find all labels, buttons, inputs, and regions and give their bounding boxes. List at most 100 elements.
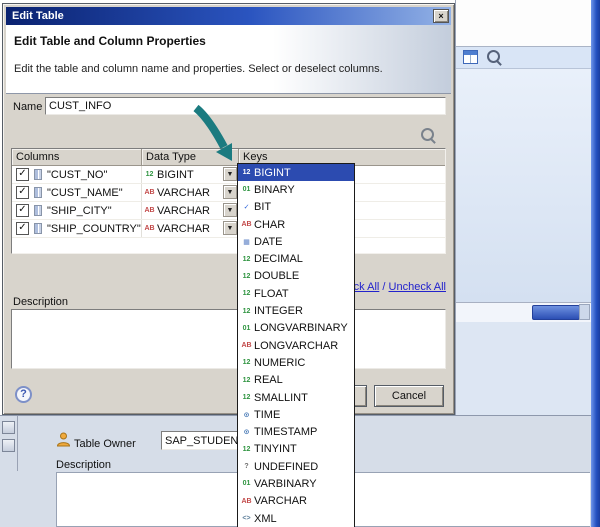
cancel-button[interactable]: Cancel	[374, 385, 444, 407]
datatype-icon: AB	[239, 342, 254, 349]
dropdown-item[interactable]: <> XML	[238, 510, 354, 527]
column-name: "SHIP_CITY"	[47, 205, 112, 217]
dropdown-item-label: DOUBLE	[254, 270, 299, 282]
datatype-dropdown-list: 12 BIGINT 01 BINARY ✓ BIT AB CHAR ▦ DATE…	[237, 163, 355, 527]
dropdown-item[interactable]: ✓ BIT	[238, 199, 354, 216]
page-subtitle: Edit the table and column name and prope…	[14, 63, 383, 75]
datatype-icon: 12	[239, 290, 254, 297]
datatype-value: VARCHAR	[157, 223, 210, 235]
dropdown-item[interactable]: AB CHAR	[238, 216, 354, 233]
column-icon	[34, 205, 42, 216]
table-row[interactable]: ✓ "CUST_NAME" AB VARCHAR ▼	[12, 184, 445, 202]
mini-toolbar-icon-2[interactable]	[2, 439, 15, 452]
datatype-value: BIGINT	[157, 169, 194, 181]
columns-table: Columns Data Type Keys ✓ "CUST_NO" 12 BI…	[11, 148, 446, 254]
datatype-icon: 12	[239, 446, 254, 453]
datatype-icon: ✓	[239, 203, 254, 211]
dropdown-item[interactable]: 12 SMALLINT	[238, 389, 354, 406]
dropdown-item[interactable]: 12 NUMERIC	[238, 354, 354, 371]
checkbox[interactable]: ✓	[16, 204, 29, 217]
datatype-icon: 01	[239, 325, 254, 332]
dropdown-item-label: BIGINT	[254, 167, 291, 179]
close-icon[interactable]: ×	[433, 9, 449, 23]
column-icon	[34, 169, 42, 180]
dropdown-item[interactable]: 12 FLOAT	[238, 285, 354, 302]
datatype-icon: AB	[239, 221, 254, 228]
datatype-icon: 12	[239, 394, 254, 401]
table-header-row: Columns Data Type Keys	[12, 149, 445, 166]
edit-table-dialog: Edit Table × Edit Table and Column Prope…	[2, 3, 455, 415]
table-row[interactable]: ✓ "SHIP_CITY" AB VARCHAR ▼	[12, 202, 445, 220]
dropdown-item[interactable]: 01 VARBINARY	[238, 475, 354, 492]
dropdown-item[interactable]: 12 BIGINT	[238, 164, 354, 181]
dropdown-item-label: SMALLINT	[254, 392, 308, 404]
dropdown-item[interactable]: 12 REAL	[238, 372, 354, 389]
datatype-icon: 12	[142, 171, 157, 178]
table-row[interactable]: ✓ "CUST_NO" 12 BIGINT ▼	[12, 166, 445, 184]
datatype-icon: 12	[239, 359, 254, 366]
datatype-icon: 12	[239, 308, 254, 315]
table-owner-label: Table Owner	[74, 438, 136, 450]
dropdown-item-label: NUMERIC	[254, 357, 305, 369]
dropdown-item[interactable]: 12 INTEGER	[238, 302, 354, 319]
help-icon[interactable]: ?	[15, 386, 32, 403]
dropdown-item-label: INTEGER	[254, 305, 303, 317]
background-header-area	[456, 0, 591, 47]
checkbox[interactable]: ✓	[16, 168, 29, 181]
name-label: Name	[13, 101, 42, 113]
chevron-down-icon[interactable]: ▼	[223, 203, 237, 217]
table-name-input[interactable]	[45, 97, 446, 115]
dropdown-item-label: VARCHAR	[254, 495, 307, 507]
datatype-icon: ⊙	[239, 411, 254, 419]
dropdown-item-label: BINARY	[254, 184, 295, 196]
uncheck-all-link[interactable]: Uncheck All	[389, 281, 446, 293]
dropdown-item[interactable]: 01 BINARY	[238, 181, 354, 198]
mini-toolbar-icon-1[interactable]	[2, 421, 15, 434]
background-panel-lower	[456, 322, 591, 415]
column-header-columns: Columns	[12, 149, 142, 165]
screen: Table Owner Description Edit Table × Edi…	[0, 0, 600, 527]
checkbox[interactable]: ✓	[16, 222, 29, 235]
datatype-icon: 01	[239, 186, 254, 193]
dropdown-item-label: TIME	[254, 409, 280, 421]
window-edge	[591, 0, 600, 527]
table-row[interactable]: ✓ "SHIP_COUNTRY" AB VARCHAR ▼	[12, 220, 445, 238]
dropdown-item[interactable]: AB VARCHAR	[238, 493, 354, 510]
dropdown-item[interactable]: 12 DOUBLE	[238, 268, 354, 285]
zoom-icon[interactable]	[421, 128, 434, 141]
chevron-down-icon[interactable]: ▼	[223, 167, 237, 181]
dropdown-item[interactable]: ⊙ TIME	[238, 406, 354, 423]
dropdown-item[interactable]: ▦ DATE	[238, 233, 354, 250]
dropdown-item-label: LONGVARCHAR	[254, 340, 338, 352]
dropdown-item[interactable]: AB LONGVARCHAR	[238, 337, 354, 354]
dropdown-item[interactable]: 12 DECIMAL	[238, 250, 354, 267]
description-textarea[interactable]	[11, 309, 446, 369]
link-separator: /	[379, 281, 388, 293]
datatype-icon: AB	[239, 498, 254, 505]
datatype-icon: ▦	[239, 238, 254, 246]
table-owner-icon	[56, 432, 71, 447]
column-name: "SHIP_COUNTRY"	[47, 223, 141, 235]
column-icon	[34, 187, 42, 198]
dropdown-item[interactable]: ⊙ TIMESTAMP	[238, 423, 354, 440]
column-name: "CUST_NAME"	[47, 187, 123, 199]
chevron-down-icon[interactable]: ▼	[223, 221, 237, 235]
checkbox[interactable]: ✓	[16, 186, 29, 199]
datatype-icon: ⊙	[239, 428, 254, 436]
datatype-icon: 12	[239, 273, 254, 280]
dialog-title: Edit Table	[12, 10, 64, 22]
page-title: Edit Table and Column Properties	[14, 34, 206, 48]
dropdown-item[interactable]: 01 LONGVARBINARY	[238, 320, 354, 337]
dropdown-item-label: DECIMAL	[254, 253, 303, 265]
dialog-titlebar[interactable]: Edit Table	[6, 7, 451, 25]
chevron-down-icon[interactable]: ▼	[223, 185, 237, 199]
scrollbar-thumb[interactable]	[532, 305, 580, 320]
dropdown-item[interactable]: ? UNDEFINED	[238, 458, 354, 475]
description-label: Description	[13, 296, 68, 308]
table-grid-icon[interactable]	[463, 50, 478, 64]
search-icon[interactable]	[487, 50, 500, 63]
scrollbar-button[interactable]	[579, 304, 590, 320]
dialog-header: Edit Table and Column Properties Edit th…	[6, 25, 451, 94]
dropdown-item[interactable]: 12 TINYINT	[238, 441, 354, 458]
dropdown-item-label: TINYINT	[254, 443, 297, 455]
